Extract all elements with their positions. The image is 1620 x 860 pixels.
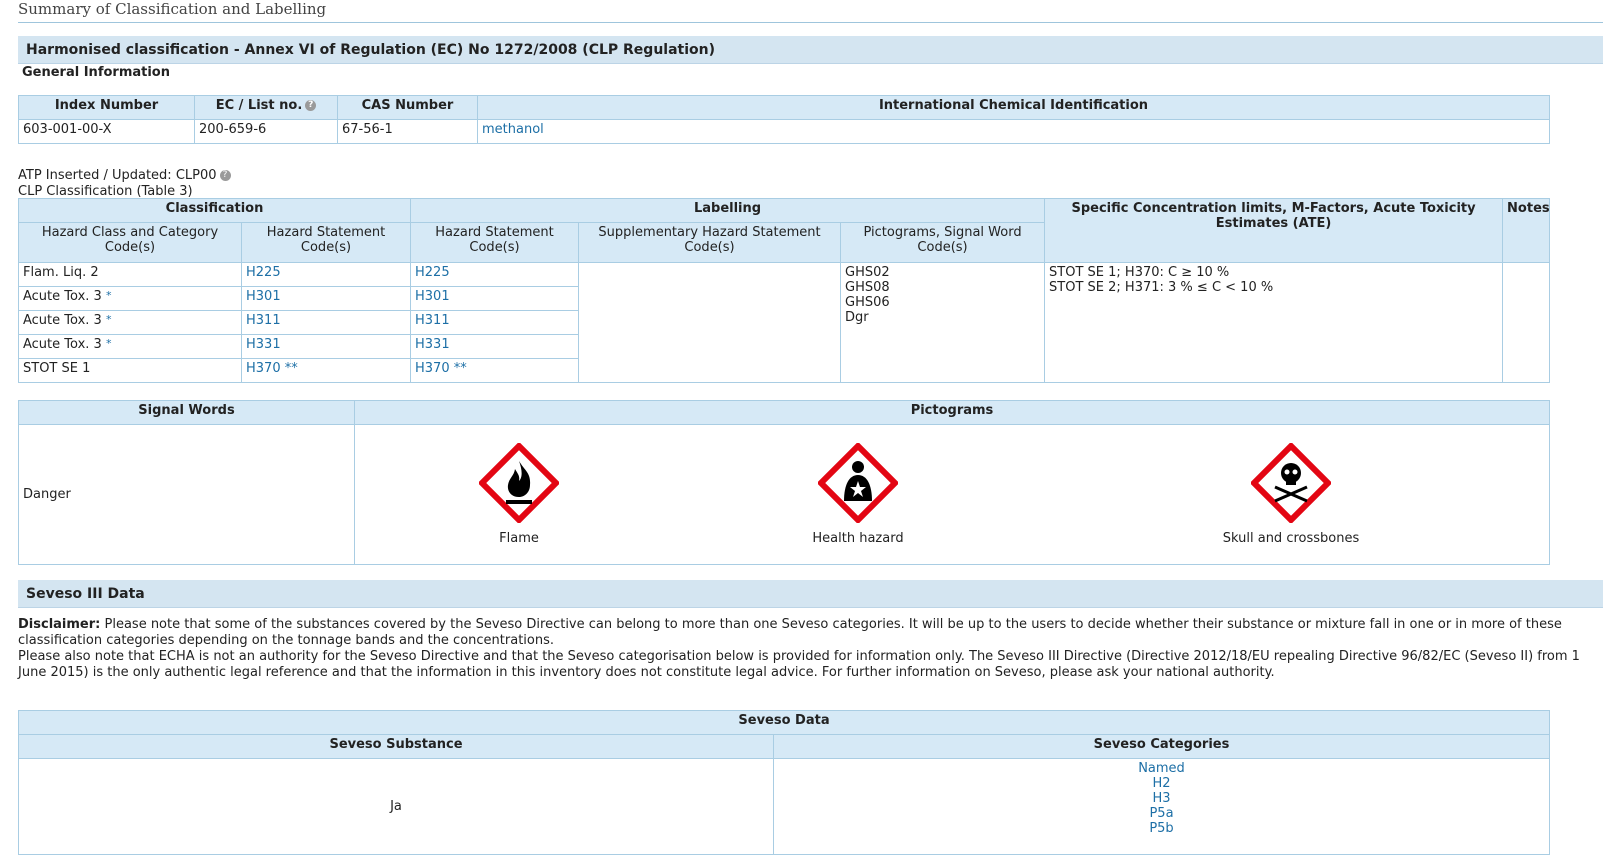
label-hazard-statement-link[interactable]: H370 **: [410, 358, 580, 383]
flame-icon: [479, 443, 559, 523]
header-seveso-substance: Seveso Substance: [18, 734, 774, 759]
disclaimer-text: Please note that some of the substances …: [18, 617, 1562, 648]
header-labelling: Labelling: [410, 198, 1046, 223]
seveso-substance-value: Ja: [18, 758, 774, 855]
signal-pictogram-table: Signal Words Pictograms Danger Flame Hea…: [18, 400, 1550, 565]
label-hazard-statement-link[interactable]: H311: [410, 310, 580, 335]
note-star-link[interactable]: *: [106, 337, 112, 350]
disclaimer-paragraph-2: Please also note that ECHA is not an aut…: [18, 649, 1580, 680]
label-hazard-statement-link[interactable]: H301: [410, 286, 580, 311]
seveso-data-title: Seveso Data: [18, 710, 1550, 735]
seveso-category-link[interactable]: H3: [778, 791, 1545, 806]
pictogram-flame: Flame: [419, 443, 619, 546]
pictogram-code: GHS08: [845, 280, 890, 295]
hazard-class-cell: Acute Tox. 3 *: [18, 310, 242, 335]
header-hazard-class: Hazard Class and Category Code(s): [18, 222, 242, 263]
label-hazard-statement-link[interactable]: H331: [410, 334, 580, 359]
signal-word-code: Dgr: [845, 310, 869, 325]
concentration-limits-cell: STOT SE 1; H370: C ≥ 10 % STOT SE 2; H37…: [1044, 262, 1504, 383]
seveso-category-link[interactable]: H2: [778, 776, 1545, 791]
clp-table-label: CLP Classification (Table 3): [18, 184, 193, 199]
pictogram-label: Health hazard: [812, 531, 904, 546]
hazard-statement-link[interactable]: H370 **: [240, 358, 412, 383]
header-pictograms: Pictograms: [354, 400, 1550, 425]
seveso-category-link[interactable]: P5b: [778, 821, 1545, 836]
note-star-link[interactable]: *: [106, 313, 112, 326]
concentration-limit: STOT SE 2; H371: 3 % ≤ C < 10 %: [1049, 280, 1274, 295]
label-hazard-statement-link[interactable]: H225: [410, 262, 580, 287]
header-cas-number: CAS Number: [337, 95, 478, 120]
skull-crossbones-icon: [1251, 443, 1331, 523]
info-icon[interactable]: ?: [305, 100, 317, 111]
hazard-class-cell: Acute Tox. 3 *: [18, 334, 242, 359]
note-star-link[interactable]: *: [106, 289, 112, 302]
pictogram-label: Flame: [499, 531, 539, 546]
pictogram-health-hazard: Health hazard: [758, 443, 958, 546]
harmonised-section-header: Harmonised classification - Annex VI of …: [18, 36, 1603, 64]
header-chemical-identification: International Chemical Identification: [477, 95, 1550, 120]
pictogram-skull-crossbones: Skull and crossbones: [1191, 443, 1391, 546]
header-hazard-statement: Hazard Statement Code(s): [240, 222, 412, 263]
header-supplementary-hazard: Supplementary Hazard Statement Code(s): [578, 222, 842, 263]
info-icon[interactable]: ?: [219, 170, 231, 181]
pictograms-cell: Flame Health hazard Skull and crossbones: [354, 424, 1550, 565]
supplementary-hazard-cell: [578, 262, 842, 383]
health-hazard-icon: [818, 443, 898, 523]
header-label-hazard-statement: Hazard Statement Code(s): [410, 222, 580, 263]
atp-line: ATP Inserted / Updated: CLP00?: [18, 168, 231, 183]
index-number-value: 603-001-00-X: [18, 119, 195, 144]
pictogram-code: GHS06: [845, 295, 890, 310]
header-classification: Classification: [17, 198, 412, 223]
hazard-statement-link[interactable]: H301: [240, 286, 412, 311]
seveso-categories-cell: Named H2 H3 P5a P5b: [773, 758, 1550, 855]
hazard-class-cell: STOT SE 1: [18, 358, 242, 383]
pictogram-codes-cell: GHS02 GHS08 GHS06 Dgr: [840, 262, 1046, 383]
hazard-statement-link[interactable]: H311: [240, 310, 412, 335]
header-concentration-limits: Specific Concentration limits, M-Factors…: [1044, 198, 1504, 263]
disclaimer-paragraph-1: Disclaimer: Please note that some of the…: [18, 617, 1603, 649]
seveso-category-link[interactable]: Named: [778, 761, 1545, 776]
header-index-number: Index Number: [18, 95, 195, 120]
general-information-title: General Information: [22, 65, 170, 80]
cas-number-value: 67-56-1: [337, 119, 478, 144]
pictogram-code: GHS02: [845, 265, 890, 280]
header-ec-list-no: EC / List no.?: [194, 95, 338, 120]
header-notes: Notes: [1502, 198, 1550, 263]
page: Summary of Classification and Labelling …: [0, 0, 1620, 860]
disclaimer-label: Disclaimer:: [18, 617, 101, 632]
header-seveso-categories: Seveso Categories: [773, 734, 1550, 759]
page-title: Summary of Classification and Labelling: [18, 0, 1603, 23]
chemical-identification-link[interactable]: methanol: [477, 119, 1550, 144]
atp-text: ATP Inserted / Updated: CLP00: [18, 168, 217, 183]
pictogram-label: Skull and crossbones: [1222, 531, 1360, 546]
general-info-table: Index Number EC / List no.? CAS Number I…: [18, 95, 1550, 144]
notes-cell: [1502, 262, 1550, 383]
hazard-statement-link[interactable]: H225: [240, 262, 412, 287]
clp-classification-table: Classification Labelling Specific Concen…: [17, 198, 1550, 383]
hazard-class-cell: Acute Tox. 3 *: [18, 286, 242, 311]
concentration-limit: STOT SE 1; H370: C ≥ 10 %: [1049, 265, 1230, 280]
signal-word-value: Danger: [18, 424, 355, 565]
seveso-section-header: Seveso III Data: [18, 580, 1603, 608]
hazard-class-cell: Flam. Liq. 2: [18, 262, 242, 287]
seveso-disclaimer: Disclaimer: Please note that some of the…: [18, 617, 1603, 681]
header-pictograms-signal-word: Pictograms, Signal Word Code(s): [840, 222, 1046, 263]
header-signal-words: Signal Words: [18, 400, 355, 425]
seveso-category-link[interactable]: P5a: [778, 806, 1545, 821]
hazard-statement-link[interactable]: H331: [240, 334, 412, 359]
ec-number-value: 200-659-6: [194, 119, 338, 144]
seveso-data-table: Seveso Data Seveso Substance Seveso Cate…: [18, 710, 1550, 855]
